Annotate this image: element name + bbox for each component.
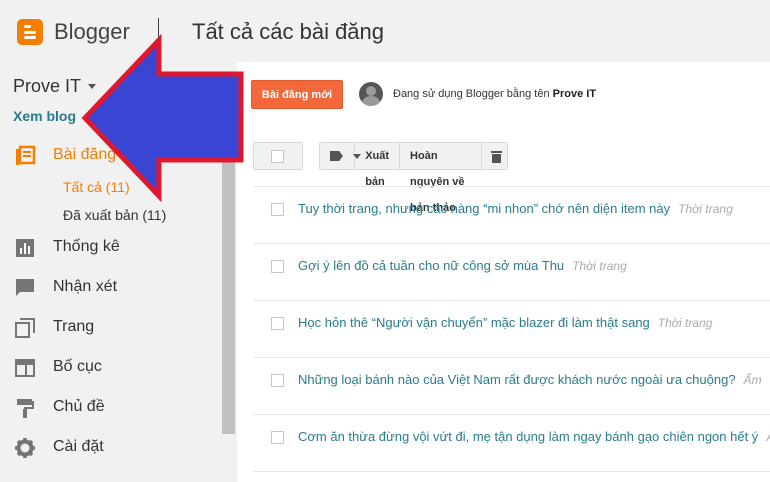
sidebar-item-theme[interactable]: Chủ đề (0, 392, 220, 424)
post-label: Ẩm (743, 373, 762, 387)
sub-item-published[interactable]: Đã xuất bản (11) (63, 207, 166, 223)
post-checkbox[interactable] (271, 317, 284, 330)
sidebar-item-stats[interactable]: Thống kê (0, 232, 220, 264)
page-title: Tất cả các bài đăng (192, 19, 385, 44)
post-label: Thời trang (657, 316, 713, 330)
new-post-button[interactable]: Bài đăng mới (251, 80, 343, 109)
labels-dropdown-button[interactable] (320, 143, 361, 169)
using-as-text: Đang sử dụng Blogger bằng tên Prove IT (393, 88, 597, 100)
blogger-logo-icon[interactable] (17, 19, 43, 45)
row-divider (253, 471, 770, 472)
sidebar-item-label: Chủ đề (53, 398, 105, 415)
revert-to-draft-button[interactable]: Hoàn nguyên về bản thảo (400, 143, 483, 214)
delete-button[interactable] (482, 143, 507, 169)
table-row[interactable]: Gợi ý lên đồ cả tuần cho nữ công sở mùa … (253, 243, 770, 300)
sidebar-item-settings[interactable]: Cài đặt (0, 432, 220, 464)
sidebar: Prove IT Xem blog Bài đăng Tất cả (11) Đ… (0, 62, 220, 482)
sidebar-item-label: Thống kê (53, 238, 120, 255)
app-header: Blogger Tất cả các bài đăng (0, 0, 770, 62)
post-title-link[interactable]: Những loại bánh nào của Việt Nam rất đượ… (298, 372, 736, 387)
post-title-link[interactable]: Gợi ý lên đồ cả tuần cho nữ công sở mùa … (298, 258, 564, 273)
header-divider (158, 18, 159, 46)
post-label: Ẩm (766, 430, 770, 444)
publish-button[interactable]: Xuất bản (355, 143, 401, 188)
sidebar-scrollbar-thumb[interactable] (222, 108, 235, 434)
post-checkbox[interactable] (271, 260, 284, 273)
post-title-link[interactable]: Tuy thời trang, nhưng các nàng “mi nhon”… (298, 201, 670, 216)
comments-icon (16, 279, 34, 296)
post-checkbox[interactable] (271, 374, 284, 387)
sub-item-all[interactable]: Tất cả (11) (63, 179, 130, 195)
tag-icon (330, 151, 343, 161)
sidebar-item-layout[interactable]: Bố cục (0, 352, 220, 384)
post-actions-group: Xuất bản Hoàn nguyên về bản thảo (319, 142, 508, 214)
select-all-checkbox[interactable] (253, 142, 303, 170)
table-row[interactable]: Cơm ăn thừa đừng vội vứt đi, mẹ tận dụng… (253, 414, 770, 471)
settings-icon (15, 438, 35, 458)
main-content: Bài đăng mới Đang sử dụng Blogger bằng t… (237, 62, 770, 482)
trash-icon (491, 151, 503, 163)
chevron-down-icon[interactable] (88, 84, 96, 89)
sidebar-item-comments[interactable]: Nhận xét (0, 272, 220, 304)
post-checkbox[interactable] (271, 431, 284, 444)
stats-icon (16, 239, 34, 257)
pages-icon (15, 318, 35, 338)
view-blog-link[interactable]: Xem blog (13, 108, 76, 124)
post-label: Thời trang (678, 202, 733, 216)
post-label: Thời trang (572, 259, 627, 273)
table-row[interactable]: Học hỏn thê “Người vận chuyển” mặc blaze… (253, 300, 770, 357)
table-row[interactable]: Những loại bánh nào của Việt Nam rất đượ… (253, 357, 770, 414)
sidebar-item-posts[interactable]: Bài đăng (0, 140, 220, 172)
sidebar-item-pages[interactable]: Trang (0, 312, 220, 344)
sidebar-item-label: Cài đặt (53, 438, 104, 455)
theme-icon (17, 399, 34, 418)
table-row[interactable]: Tuy thời trang, nhưng các nàng “mi nhon”… (253, 186, 770, 243)
brand-name[interactable]: Blogger (54, 19, 130, 45)
posts-icon (16, 145, 36, 165)
post-title-link[interactable]: Cơm ăn thừa đừng vội vứt đi, mẹ tận dụng… (298, 429, 758, 444)
sidebar-item-label: Nhận xét (53, 278, 118, 295)
post-checkbox[interactable] (271, 203, 284, 216)
avatar[interactable] (359, 82, 383, 106)
blog-selector[interactable]: Prove IT (13, 76, 81, 97)
sidebar-item-label: Bố cục (53, 358, 102, 375)
post-title-link[interactable]: Học hỏn thê “Người vận chuyển” mặc blaze… (298, 315, 650, 330)
sidebar-item-label: Bài đăng (53, 146, 117, 163)
sidebar-item-label: Trang (53, 318, 95, 335)
layout-icon (15, 359, 35, 377)
